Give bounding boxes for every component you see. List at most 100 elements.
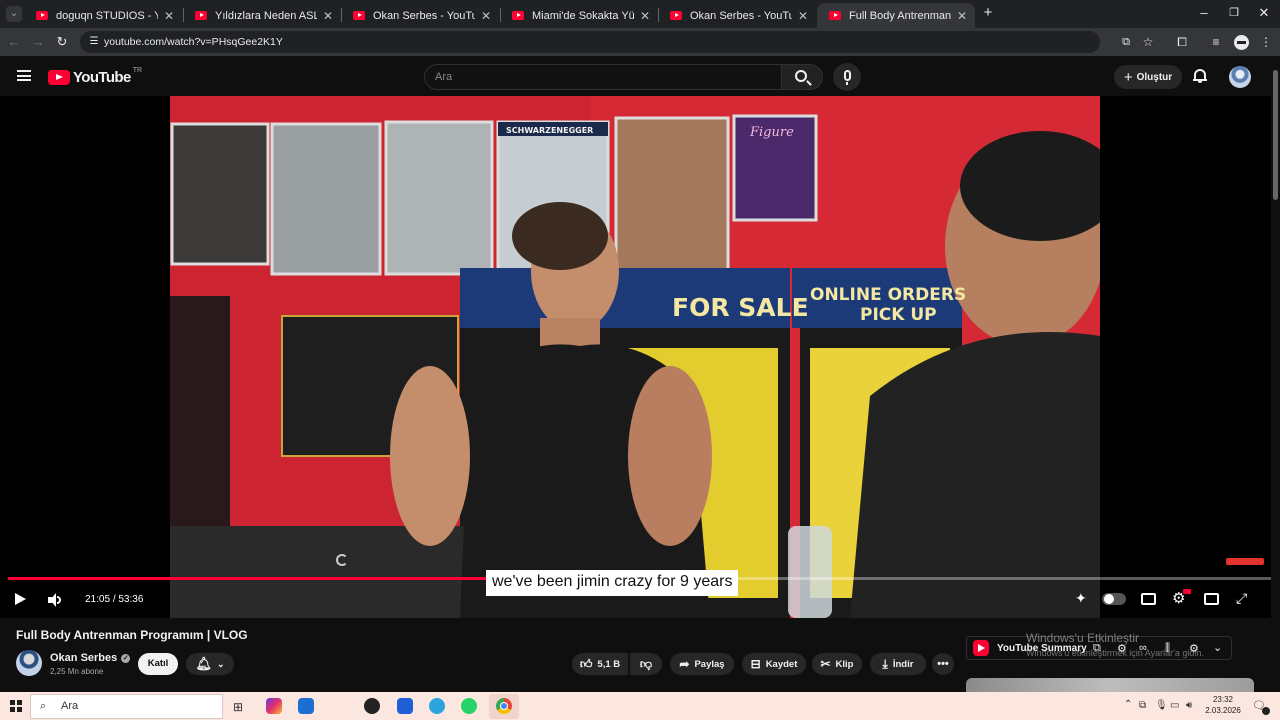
vpn-app-icon[interactable] xyxy=(364,698,380,714)
youtube-logo-text: YouTube xyxy=(73,68,131,86)
loading-spinner-icon xyxy=(336,554,348,566)
recommended-thumbnail[interactable] xyxy=(966,678,1254,692)
taskbar-search-icon: ⌕ xyxy=(40,700,47,712)
search-button[interactable] xyxy=(781,64,823,90)
show-hidden-icons[interactable]: ⌃ xyxy=(1124,699,1132,710)
youtube-logo[interactable]: YouTube TR xyxy=(48,66,143,86)
install-app-icon[interactable]: ⧉ xyxy=(1118,35,1134,49)
network-icon[interactable]: ▭ xyxy=(1170,700,1179,711)
poster-name-text: SCHWARZENEGGER xyxy=(506,126,593,135)
more-actions-button[interactable]: ••• xyxy=(932,653,954,675)
summary-expand-icon[interactable]: ⌄ xyxy=(1213,641,1222,654)
notifications-bell-icon[interactable] xyxy=(1193,68,1207,83)
save-button[interactable]: ⊟ Kaydet xyxy=(742,653,806,675)
channel-name-text[interactable]: Okan Serbes xyxy=(50,652,117,664)
channel-name[interactable]: Okan Serbes ✓ xyxy=(50,652,131,664)
region-code: TR xyxy=(132,66,143,74)
clip-button[interactable]: ✂ Klip xyxy=(812,653,862,675)
reload-icon[interactable]: ↻ xyxy=(54,35,70,49)
subscribe-notifications-button[interactable]: 🔔︎ ⌄ xyxy=(186,653,234,675)
account-avatar[interactable] xyxy=(1229,66,1251,88)
outlook-app-icon[interactable] xyxy=(298,698,314,714)
subtitles-icon[interactable] xyxy=(1141,593,1156,605)
windows-activation-text: Windows'u etkinleştirmek için Ayarlar'a … xyxy=(1026,648,1204,658)
clip-label: Klip xyxy=(835,658,854,670)
restore-window-icon[interactable]: ❐ xyxy=(1226,6,1242,20)
play-button[interactable] xyxy=(15,593,26,605)
bell-icon: 🔔︎ xyxy=(195,656,212,671)
search-input[interactable]: Ara xyxy=(424,64,782,90)
create-button[interactable]: + Oluştur xyxy=(1114,65,1182,89)
close-tab-icon[interactable]: ✕ xyxy=(323,9,333,23)
close-tab-icon[interactable]: ✕ xyxy=(957,9,967,23)
forward-icon[interactable]: → xyxy=(30,35,46,49)
volume-icon[interactable] xyxy=(48,593,62,607)
tab-title: Okan Serbes - YouTube xyxy=(373,9,475,22)
chrome-menu-icon[interactable]: ⋮ xyxy=(1258,35,1274,49)
tab-search-icon[interactable]: ⌄ xyxy=(6,6,22,22)
poster-arnold-1 xyxy=(270,122,382,276)
task-view-icon[interactable]: ⊞ xyxy=(233,700,243,714)
tray-app-icon[interactable]: ⧉ xyxy=(1139,700,1146,711)
tab-miami[interactable]: Miami'de Sokakta Yürüdüm! | K ✕ xyxy=(500,3,658,28)
download-label: İndir xyxy=(892,658,914,670)
close-tab-icon[interactable]: ✕ xyxy=(164,9,174,23)
tab-doguqn-studios[interactable]: doguqn STUDIOS - YouTube ✕ xyxy=(24,3,182,28)
thumbs-up-icon: 👍︎ xyxy=(579,656,593,671)
share-button[interactable]: ➦ Paylaş xyxy=(670,653,734,675)
youtube-favicon-icon xyxy=(829,11,841,20)
address-bar[interactable]: ☰ youtube.com/watch?v=PHsqGee2K1Y ⧉ ☆ xyxy=(80,31,1153,53)
bookmark-star-icon[interactable]: ☆ xyxy=(1140,35,1156,49)
video-player[interactable]: FOR SALE ONLINE ORDERS PICK UP SCHWARZEN… xyxy=(0,96,1280,618)
page-scrollbar[interactable] xyxy=(1271,56,1280,692)
close-tab-icon[interactable]: ✕ xyxy=(640,9,650,23)
minimize-window-icon[interactable]: – xyxy=(1196,6,1212,20)
close-tab-icon[interactable]: ✕ xyxy=(481,9,491,23)
scrollbar-thumb[interactable] xyxy=(1273,70,1278,200)
guide-menu-icon[interactable] xyxy=(17,70,31,81)
ai-sparkle-icon[interactable]: ✦ xyxy=(1075,590,1087,607)
close-window-icon[interactable]: ✕ xyxy=(1256,6,1272,20)
channel-avatar[interactable] xyxy=(16,650,42,676)
site-info-icon[interactable]: ☰ xyxy=(86,35,102,49)
media-controls-icon[interactable]: ≡ xyxy=(1208,35,1224,49)
video-frame[interactable]: FOR SALE ONLINE ORDERS PICK UP SCHWARZEN… xyxy=(170,96,1100,618)
search-icon xyxy=(795,70,807,82)
miniplayer-icon[interactable] xyxy=(1204,593,1219,605)
taskbar-search-input[interactable]: Ara xyxy=(30,694,223,719)
url-text[interactable]: youtube.com/watch?v=PHsqGee2K1Y xyxy=(104,36,283,48)
new-tab-icon[interactable]: + xyxy=(980,5,996,20)
water-bottle xyxy=(788,526,832,618)
join-button[interactable]: Katıl xyxy=(138,653,178,675)
poster-gym xyxy=(170,122,270,266)
tab-title: Full Body Antrenman Programı xyxy=(849,9,951,22)
microphone-tray-icon[interactable]: 🎙︎ xyxy=(1155,700,1168,711)
windows-start-icon[interactable] xyxy=(10,700,22,712)
poster-arnold-2 xyxy=(384,120,494,276)
clock[interactable]: 23:32 2.03.2026 xyxy=(1204,694,1242,716)
like-button[interactable]: 👍︎ 5,1 B xyxy=(572,653,628,675)
time-display: 21:05 / 53:36 xyxy=(85,594,143,605)
back-icon[interactable]: ← xyxy=(6,35,22,49)
whatsapp-app-icon[interactable] xyxy=(461,698,477,714)
voice-search-button[interactable] xyxy=(833,63,861,91)
youtube-favicon-icon xyxy=(353,11,365,20)
close-tab-icon[interactable]: ✕ xyxy=(798,9,808,23)
extensions-icon[interactable]: ⧠ xyxy=(1174,35,1190,49)
profile-icon[interactable] xyxy=(1234,35,1249,50)
telegram-app-icon[interactable] xyxy=(429,698,445,714)
autoplay-toggle[interactable] xyxy=(1102,593,1126,605)
download-button[interactable]: ⤓ İndir xyxy=(870,653,926,675)
tab-okan-serbes-2[interactable]: Okan Serbes - YouTube ✕ xyxy=(658,3,816,28)
channel-watermark[interactable] xyxy=(1226,558,1264,565)
video-title: Full Body Antrenman Programım | VLOG xyxy=(16,628,248,642)
dislike-button[interactable]: 👎︎ xyxy=(630,653,662,675)
instagram-app-icon[interactable] xyxy=(266,698,282,714)
tab-okan-serbes-1[interactable]: Okan Serbes - YouTube ✕ xyxy=(341,3,499,28)
volume-tray-icon[interactable]: 🔊︎ xyxy=(1186,700,1192,711)
word-app-icon[interactable] xyxy=(397,698,413,714)
tab-full-body-active[interactable]: Full Body Antrenman Programı ✕ xyxy=(817,3,975,28)
tab-yildizlara[interactable]: Yıldızlara Neden ASLA Gidemey ✕ xyxy=(183,3,341,28)
scissors-icon: ✂ xyxy=(820,657,831,671)
fullscreen-icon[interactable]: ⤢ xyxy=(1236,590,1247,607)
